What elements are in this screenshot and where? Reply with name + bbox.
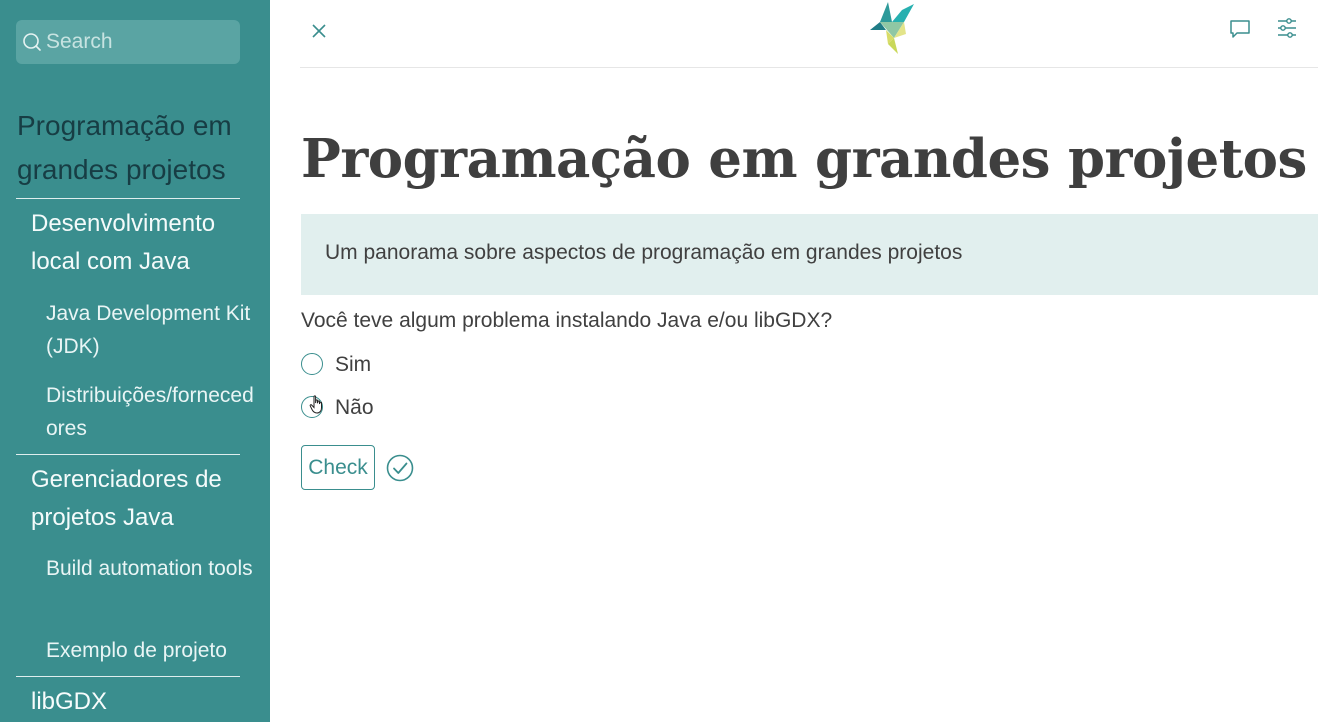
sidebar-item-jdk[interactable]: Java Development Kit (JDK) (46, 297, 261, 363)
close-icon[interactable] (310, 22, 328, 40)
comment-icon[interactable] (1228, 18, 1252, 40)
page-title: Programação em grandes projetos (301, 128, 1307, 190)
check-circle-icon (386, 454, 414, 482)
option-label: Sim (335, 353, 372, 376)
check-button[interactable]: Check (301, 445, 375, 490)
header-divider (300, 67, 1318, 68)
divider (16, 676, 240, 677)
sliders-icon[interactable] (1277, 17, 1297, 39)
radio-sim[interactable] (301, 353, 323, 375)
sidebar-item-build-automation[interactable]: Build automation tools (46, 552, 261, 585)
search-icon (23, 33, 41, 51)
banner-text: Um panorama sobre aspectos de programaçã… (325, 241, 963, 264)
sidebar-item-exemplo-projeto[interactable]: Exemplo de projeto (46, 634, 261, 667)
sidebar-title[interactable]: Programação em grandes projetos (17, 104, 247, 192)
bird-logo (868, 0, 916, 58)
sidebar: Programação em grandes projetos Desenvol… (0, 0, 270, 722)
search-box[interactable] (16, 20, 240, 64)
divider (16, 454, 240, 455)
sidebar-item-desenvolvimento-local[interactable]: Desenvolvimento local com Java (31, 205, 256, 281)
sidebar-item-libgdx[interactable]: libGDX (31, 683, 256, 721)
sidebar-item-distribuicoes[interactable]: Distribuições/fornecedores (46, 379, 261, 445)
search-input[interactable] (46, 20, 236, 64)
hand-cursor-icon (309, 395, 322, 414)
summary-banner: Um panorama sobre aspectos de programaçã… (301, 214, 1318, 295)
sidebar-item-gerenciadores[interactable]: Gerenciadores de projetos Java (31, 461, 256, 537)
quiz-question: Você teve algum problema instalando Java… (301, 309, 833, 332)
option-label: Não (335, 396, 374, 419)
divider (16, 198, 240, 199)
